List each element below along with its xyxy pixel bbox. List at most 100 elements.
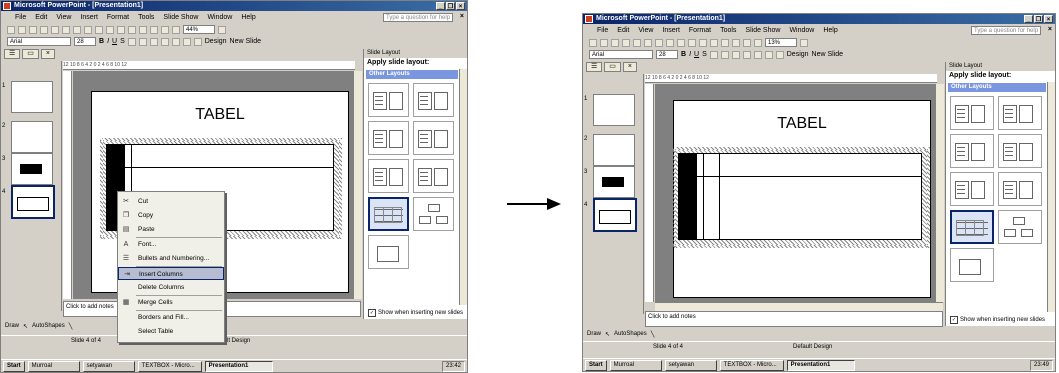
- font-selector[interactable]: Arial: [7, 37, 71, 46]
- italic-button[interactable]: I: [107, 38, 109, 45]
- start-button[interactable]: Start: [585, 359, 607, 371]
- context-menu-item[interactable]: ▦ Merge Cells: [118, 296, 224, 309]
- start-button[interactable]: Start: [3, 360, 25, 372]
- shadow-button[interactable]: S: [120, 38, 125, 45]
- layout-option[interactable]: [998, 96, 1042, 130]
- underline-button[interactable]: U: [694, 51, 699, 58]
- select-arrow-icon[interactable]: ↖: [23, 323, 28, 330]
- layout-option[interactable]: [998, 172, 1042, 206]
- taskbar-item[interactable]: setyawan: [82, 360, 135, 372]
- slide-table[interactable]: [678, 153, 922, 240]
- zoom-box[interactable]: 44%: [183, 25, 215, 34]
- taskbar-item-active[interactable]: Presentation1: [204, 360, 273, 372]
- show-layouts-checkbox[interactable]: ✓ Show when inserting new slides: [950, 316, 1045, 324]
- task-pane-header[interactable]: Slide Layout: [364, 49, 467, 58]
- minimize-icon[interactable]: _: [1024, 15, 1033, 23]
- bold-button[interactable]: B: [99, 38, 104, 45]
- tab-outline[interactable]: ☰: [586, 62, 603, 72]
- draw-menu[interactable]: Draw: [587, 331, 601, 337]
- close-icon[interactable]: ×: [1044, 15, 1053, 23]
- align-right-icon[interactable]: [149, 37, 158, 46]
- menu-slide-show[interactable]: Slide Show: [745, 27, 780, 34]
- autoshapes-menu[interactable]: AutoShapes: [32, 323, 65, 329]
- taskbar-item[interactable]: setyawan: [664, 359, 717, 371]
- undo-icon[interactable]: [117, 25, 125, 34]
- thumbnail-slide-2[interactable]: [11, 121, 53, 153]
- horizontal-scrollbar[interactable]: [655, 302, 943, 311]
- undo-icon[interactable]: [699, 38, 707, 47]
- vertical-scrollbar[interactable]: [353, 71, 362, 299]
- layout-option[interactable]: [368, 83, 409, 117]
- tab-slides[interactable]: ▭: [604, 62, 621, 72]
- thumbnail-slide-1[interactable]: [593, 94, 635, 126]
- close-pane-icon[interactable]: ×: [622, 62, 637, 72]
- draw-menu[interactable]: Draw: [5, 323, 19, 329]
- shadow-button[interactable]: S: [702, 51, 707, 58]
- help-search-input[interactable]: Type a question for help: [971, 26, 1041, 35]
- align-center-icon[interactable]: [138, 37, 147, 46]
- color-icon[interactable]: [754, 38, 762, 47]
- layout-option[interactable]: [413, 83, 454, 117]
- table-icon[interactable]: [732, 38, 740, 47]
- numbering-icon[interactable]: [742, 50, 751, 59]
- zoom-box[interactable]: 13%: [765, 38, 797, 47]
- table-icon[interactable]: [150, 25, 158, 34]
- design-button[interactable]: Design: [205, 38, 227, 45]
- layout-option[interactable]: [368, 235, 409, 269]
- grid-icon[interactable]: [161, 25, 169, 34]
- save-icon[interactable]: [611, 38, 619, 47]
- menu-slide-show[interactable]: Slide Show: [163, 14, 198, 21]
- italic-button[interactable]: I: [689, 51, 691, 58]
- underline-button[interactable]: U: [112, 38, 117, 45]
- menu-tools[interactable]: Tools: [720, 27, 736, 34]
- close-pane-icon[interactable]: ×: [40, 49, 55, 59]
- context-menu-item[interactable]: ✂ Cut: [118, 195, 224, 208]
- thumbnail-slide-4[interactable]: [593, 198, 637, 232]
- context-menu-item[interactable]: ❐ Copy: [118, 209, 224, 222]
- context-menu-item[interactable]: Delete Columns: [118, 281, 224, 294]
- menu-edit[interactable]: Edit: [35, 14, 47, 21]
- layout-option[interactable]: [950, 172, 994, 206]
- context-menu-item[interactable]: A Font...: [118, 238, 224, 251]
- font-size-selector[interactable]: 28: [74, 37, 96, 46]
- menu-help[interactable]: Help: [823, 27, 837, 34]
- menu-format[interactable]: Format: [107, 14, 129, 21]
- layout-option[interactable]: [950, 248, 994, 282]
- new-icon[interactable]: [589, 38, 597, 47]
- design-button[interactable]: Design: [787, 51, 809, 58]
- color-icon[interactable]: [172, 25, 180, 34]
- cut-icon[interactable]: [666, 38, 674, 47]
- context-menu-item[interactable]: ☰ Bullets and Numbering...: [118, 252, 224, 265]
- context-menu-item[interactable]: ▤ Paste: [118, 223, 224, 236]
- layout-option[interactable]: [413, 197, 454, 231]
- layout-option[interactable]: [413, 159, 454, 193]
- slide-title[interactable]: TABEL: [92, 106, 348, 124]
- taskbar-item[interactable]: TEXTBOX - Micro...: [719, 359, 784, 371]
- save-icon[interactable]: [29, 25, 37, 34]
- print-icon[interactable]: [51, 25, 59, 34]
- font-color-icon[interactable]: [775, 50, 784, 59]
- line-icon[interactable]: ╲: [651, 331, 655, 338]
- menu-window[interactable]: Window: [789, 27, 814, 34]
- layout-option[interactable]: [950, 134, 994, 168]
- menu-insert[interactable]: Insert: [80, 14, 98, 21]
- thumbnail-slide-3[interactable]: [593, 166, 635, 198]
- grid-icon[interactable]: [743, 38, 751, 47]
- paste-icon[interactable]: [106, 25, 114, 34]
- copy-icon[interactable]: [95, 25, 103, 34]
- notes-pane[interactable]: Click to add notes: [645, 311, 943, 327]
- show-layouts-checkbox[interactable]: ✓ Show when inserting new slides: [368, 309, 463, 317]
- help-search-input[interactable]: Type a question for help: [383, 13, 453, 22]
- tab-slides[interactable]: ▭: [22, 49, 39, 59]
- layout-option[interactable]: [368, 197, 409, 231]
- restore-icon[interactable]: ❐: [446, 2, 455, 10]
- spelling-icon[interactable]: [73, 25, 81, 34]
- close-icon[interactable]: ×: [456, 2, 465, 10]
- new-slide-button[interactable]: New Slide: [230, 38, 262, 45]
- taskbar-item[interactable]: Murroal: [27, 360, 80, 372]
- slide-title[interactable]: TABEL: [674, 115, 930, 133]
- menu-file[interactable]: File: [597, 27, 608, 34]
- help-icon[interactable]: [218, 25, 226, 34]
- font-selector[interactable]: Arial: [589, 50, 653, 59]
- task-pane-scrollbar[interactable]: [1047, 82, 1055, 312]
